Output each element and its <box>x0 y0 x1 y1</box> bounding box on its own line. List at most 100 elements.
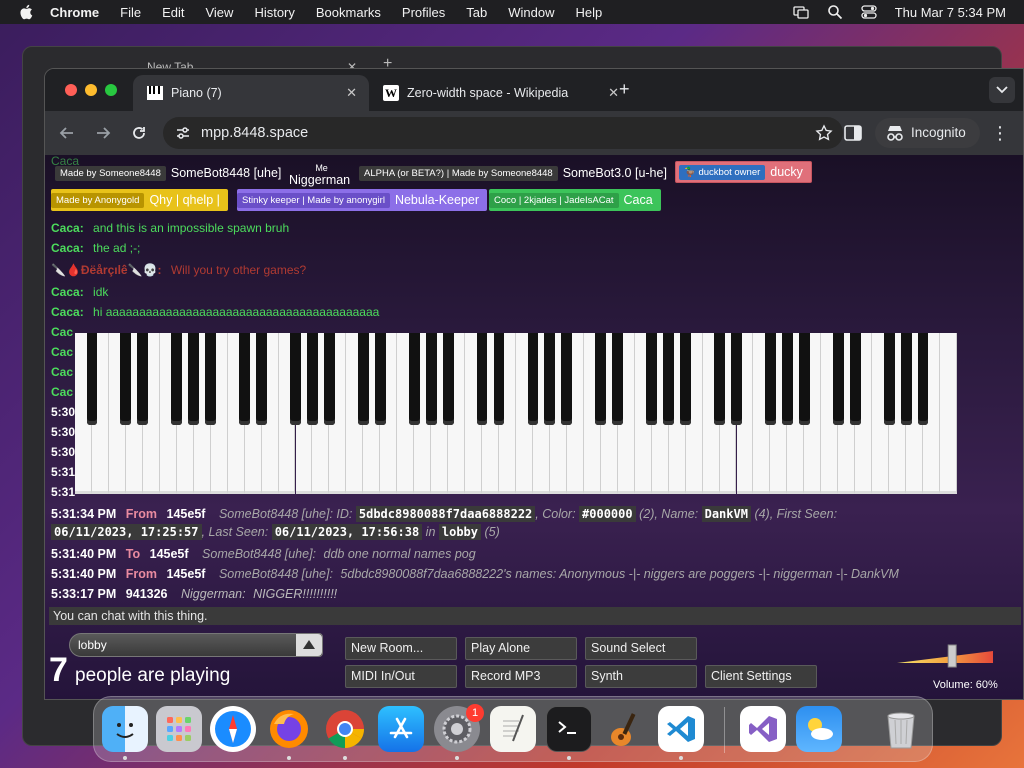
menu-window[interactable]: Window <box>508 5 554 20</box>
piano-black-key[interactable] <box>544 333 556 425</box>
piano-black-key[interactable] <box>731 333 742 425</box>
window-minimize-button[interactable] <box>85 84 97 96</box>
chat-input[interactable]: You can chat with this thing. <box>49 607 1021 625</box>
close-icon[interactable]: ✕ <box>608 85 619 101</box>
piano-black-key[interactable] <box>86 333 98 425</box>
piano-black-key[interactable] <box>849 333 861 425</box>
sound-select-button[interactable]: Sound Select <box>585 637 697 660</box>
synth-button[interactable]: Synth <box>585 665 697 688</box>
side-panel-icon[interactable] <box>843 123 863 143</box>
menu-edit[interactable]: Edit <box>162 5 184 20</box>
textedit-icon[interactable] <box>490 706 536 752</box>
menu-file[interactable]: File <box>120 5 141 20</box>
menu-help[interactable]: Help <box>576 5 603 20</box>
vscode-icon[interactable] <box>658 706 704 752</box>
weather-icon[interactable] <box>796 706 842 752</box>
piano-black-key[interactable] <box>798 333 810 425</box>
piano-black-key[interactable] <box>527 333 539 425</box>
piano-black-key[interactable] <box>425 333 437 425</box>
piano-black-key[interactable] <box>476 333 488 425</box>
back-arrow-icon[interactable] <box>57 123 77 143</box>
user-tag-qhy[interactable]: Made by Anonygold Qhy | qhelp | <box>51 189 228 211</box>
user-tag-somebot8448[interactable]: Made by Someone8448 SomeBot8448 [uhe] <box>55 163 285 183</box>
tab-wikipedia[interactable]: W Zero-width space - Wikipedia ✕ <box>373 75 619 111</box>
piano-black-key[interactable] <box>357 333 369 425</box>
piano-black-key[interactable] <box>612 333 624 425</box>
window-close-button[interactable] <box>65 84 77 96</box>
piano-black-key[interactable] <box>663 333 675 425</box>
reload-icon[interactable] <box>129 123 149 143</box>
trash-icon[interactable] <box>878 706 924 752</box>
user-tag-somebot30[interactable]: ALPHA (or BETA?) | Made by Someone8448 S… <box>359 163 671 183</box>
screen-mirroring-icon[interactable] <box>793 4 809 20</box>
user-tag-caca[interactable]: Coco | 2kjades | JadeIsACat Caca <box>489 189 661 211</box>
piano-black-key[interactable] <box>646 333 658 425</box>
piano-black-key[interactable] <box>900 333 912 425</box>
visual-studio-icon[interactable] <box>740 706 786 752</box>
piano-black-key[interactable] <box>188 333 200 425</box>
forward-arrow-icon[interactable] <box>93 123 113 143</box>
app-store-icon[interactable] <box>378 706 424 752</box>
menu-profiles[interactable]: Profiles <box>402 5 445 20</box>
tab-piano[interactable]: Piano (7) ✕ <box>133 75 369 111</box>
client-settings-button[interactable]: Client Settings <box>705 665 817 688</box>
menu-app-name[interactable]: Chrome <box>50 5 99 20</box>
bookmark-star-icon[interactable] <box>815 124 833 142</box>
piano-black-key[interactable] <box>764 333 776 425</box>
safari-icon[interactable] <box>210 706 256 752</box>
finder-icon[interactable] <box>102 706 148 752</box>
dropdown-arrow-icon[interactable] <box>296 634 322 656</box>
piano-black-key[interactable] <box>493 333 505 425</box>
piano-black-key[interactable] <box>307 333 318 425</box>
site-info-icon[interactable] <box>175 125 191 141</box>
midi-in-out-button[interactable]: MIDI In/Out <box>345 665 457 688</box>
menu-view[interactable]: View <box>205 5 233 20</box>
record-mp3-button[interactable]: Record MP3 <box>465 665 577 688</box>
garageband-icon[interactable] <box>602 706 648 752</box>
terminal-icon[interactable] <box>546 706 592 752</box>
close-icon[interactable]: ✕ <box>346 85 357 101</box>
volume-slider[interactable] <box>897 643 997 683</box>
piano-black-key[interactable] <box>917 333 929 425</box>
piano-black-key[interactable] <box>883 333 895 425</box>
piano-black-key[interactable] <box>256 333 267 425</box>
piano-black-key[interactable] <box>239 333 251 425</box>
piano-black-key[interactable] <box>781 333 793 425</box>
piano-white-key[interactable] <box>940 333 957 494</box>
menu-history[interactable]: History <box>254 5 294 20</box>
piano-black-key[interactable] <box>120 333 132 425</box>
more-menu-icon[interactable]: ⋮ <box>991 123 1009 143</box>
user-tag-nebula-keeper[interactable]: Stinky keeper | Made by anonygirl Nebula… <box>237 189 488 211</box>
launchpad-icon[interactable] <box>156 706 202 752</box>
control-center-icon[interactable] <box>861 4 877 20</box>
address-bar[interactable]: mpp.8448.space <box>163 117 843 149</box>
user-tag-ducky[interactable]: 🦆 duckbot owner ducky <box>675 161 812 183</box>
menu-tab[interactable]: Tab <box>466 5 487 20</box>
new-room-button[interactable]: New Room... <box>345 637 457 660</box>
play-alone-button[interactable]: Play Alone <box>465 637 577 660</box>
apple-logo-icon[interactable] <box>18 3 36 21</box>
spotlight-search-icon[interactable] <box>827 4 843 20</box>
room-select[interactable]: lobby <box>69 633 323 657</box>
piano-black-key[interactable] <box>137 333 149 425</box>
menubar-clock[interactable]: Thu Mar 7 5:34 PM <box>895 5 1006 20</box>
piano-black-key[interactable] <box>595 333 607 425</box>
user-tag-niggerman[interactable]: Me Niggerman <box>289 163 354 189</box>
piano-black-key[interactable] <box>290 333 301 425</box>
piano-black-key[interactable] <box>714 333 725 425</box>
piano-black-key[interactable] <box>205 333 217 425</box>
window-zoom-button[interactable] <box>105 84 117 96</box>
piano-black-key[interactable] <box>442 333 454 425</box>
piano-black-key[interactable] <box>680 333 692 425</box>
chrome-icon[interactable] <box>322 706 368 752</box>
piano-black-key[interactable] <box>561 333 573 425</box>
piano-keyboard[interactable] <box>75 333 957 494</box>
piano-black-key[interactable] <box>323 333 335 425</box>
menu-bookmarks[interactable]: Bookmarks <box>316 5 381 20</box>
incognito-indicator[interactable]: Incognito <box>875 118 980 148</box>
tab-search-chevron-icon[interactable] <box>989 77 1015 103</box>
piano-black-key[interactable] <box>832 333 844 425</box>
piano-black-key[interactable] <box>171 333 183 425</box>
firefox-icon[interactable] <box>266 706 312 752</box>
new-tab-icon[interactable]: + <box>619 79 630 100</box>
